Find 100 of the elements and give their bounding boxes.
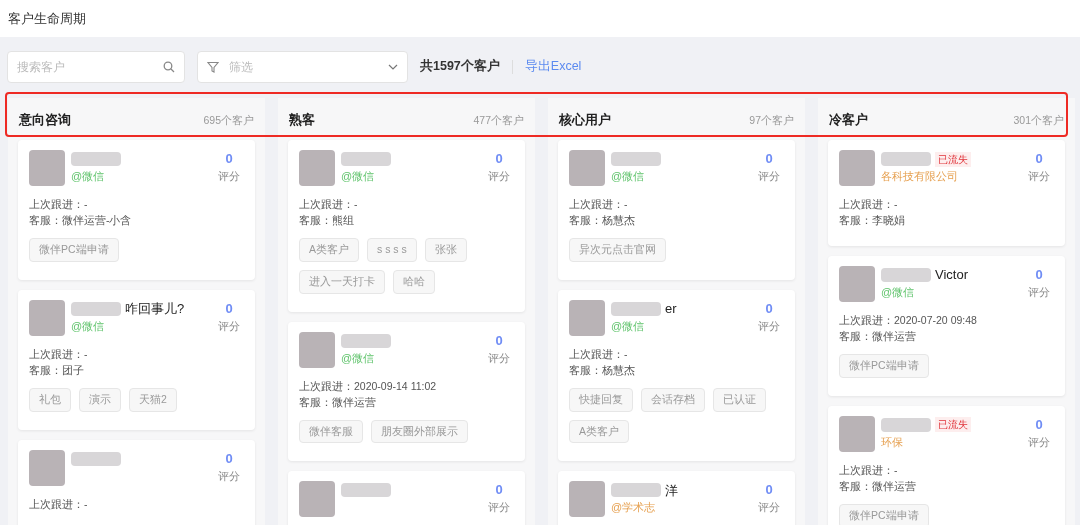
customer-card[interactable]: 0 评分 上次跟进：- <box>18 439 255 525</box>
customer-tag: A类客户 <box>299 238 359 262</box>
column-title: 冷客户 <box>829 110 868 129</box>
score-value: 0 <box>765 481 773 500</box>
score-value: 0 <box>1035 266 1043 284</box>
column-count: 301个客户 <box>1013 113 1064 129</box>
customer-card[interactable]: Victor @微信 0 评分 上次跟进：2020-07-20 09:48 客服：微伴运营 微伴PC端申请 <box>828 256 1065 396</box>
customer-source: @微信 <box>611 169 646 184</box>
service-agent-text: 客服：杨慧杰 <box>569 213 636 228</box>
last-follow-text: 上次跟进：- <box>299 197 359 212</box>
score-label: 评分 <box>488 500 510 516</box>
score-label: 评分 <box>758 169 780 184</box>
customer-tag: 朋友圈外部展示 <box>371 419 468 444</box>
customer-source: @微信 <box>881 285 916 300</box>
customer-tag: 张张 <box>424 238 467 262</box>
search-field[interactable]: 搜索客户 <box>7 50 185 83</box>
customer-card[interactable]: 0 评分 <box>288 471 525 525</box>
customer-source: 环保 <box>881 434 904 450</box>
lost-badge: 已流失 <box>935 417 971 433</box>
service-agent-text: 客服：微伴运营 <box>839 478 917 494</box>
score-label: 评分 <box>218 169 240 184</box>
column-count: 97个客户 <box>749 113 794 129</box>
avatar-placeholder <box>569 299 605 336</box>
avatar-placeholder <box>839 415 875 452</box>
avatar-placeholder <box>29 150 65 186</box>
customer-source: @微信 <box>71 318 106 334</box>
score-label: 评分 <box>488 169 510 184</box>
score-value: 0 <box>225 449 233 468</box>
customer-card[interactable]: 已流失 各科技有限公司 0 评分 上次跟进：- 客服：李晓娟 <box>828 140 1065 246</box>
score-label: 评分 <box>1028 434 1050 450</box>
lost-badge: 已流失 <box>935 151 971 167</box>
customer-tag: 礼包 <box>29 387 71 412</box>
score-value: 0 <box>765 150 773 168</box>
chevron-down-icon <box>388 63 398 70</box>
service-agent-text: 客服：微伴运营 <box>299 394 377 410</box>
column-count: 695个客户 <box>203 113 254 129</box>
customer-card[interactable]: @微信 0 评分 上次跟进：- 客服：杨慧杰 异次元点击官网 <box>558 140 795 280</box>
customer-source: @微信 <box>341 350 376 366</box>
customer-tag: 哈哈 <box>393 269 435 294</box>
score-value: 0 <box>495 150 503 168</box>
blurred-name-placeholder <box>71 451 121 466</box>
blurred-name-placeholder <box>881 417 931 432</box>
customer-source: @微信 <box>341 169 376 184</box>
last-follow-text: 上次跟进：- <box>29 346 89 362</box>
service-agent-text: 客服：李晓娟 <box>839 213 906 228</box>
blurred-name-placeholder <box>71 152 121 166</box>
last-follow-text: 上次跟进：- <box>569 197 629 212</box>
column-count: 477个客户 <box>473 113 524 129</box>
customer-name: er <box>665 300 677 318</box>
avatar-placeholder <box>29 299 65 336</box>
blurred-name-placeholder <box>341 152 391 166</box>
avatar-placeholder <box>569 481 605 518</box>
blurred-name-placeholder <box>611 483 661 498</box>
score-value: 0 <box>225 150 233 168</box>
avatar-placeholder <box>299 481 335 518</box>
customer-source: @微信 <box>611 318 646 334</box>
customer-source: @学术志 <box>611 500 657 516</box>
blurred-name-placeholder <box>611 152 661 166</box>
last-follow-text: 上次跟进：- <box>839 462 899 478</box>
customer-card[interactable]: @微信 0 评分 上次跟进：- 客服：熊组 A类客户 s s s s 张张 进入一天打卡 哈哈 <box>288 140 525 312</box>
blurred-name-placeholder <box>881 152 931 166</box>
score-label: 评分 <box>758 318 780 334</box>
customer-card[interactable]: @微信 0 评分 上次跟进：2020-09-14 11:02 客服：微伴运营 微伴客服 朋友圈外部展示 <box>288 321 525 462</box>
customer-tag: 微伴PC端申请 <box>839 503 929 525</box>
last-follow-text: 上次跟进：2020-09-14 11:02 <box>299 378 438 394</box>
column-title: 核心用户 <box>559 110 611 129</box>
customer-tag: 微伴PC端申请 <box>29 238 119 262</box>
avatar-placeholder <box>569 150 605 186</box>
customer-name: Victor <box>935 266 968 285</box>
service-agent-text: 客服：微伴运营-小含 <box>29 213 133 228</box>
search-icon <box>163 60 175 73</box>
score-label: 评分 <box>488 350 510 366</box>
column-title: 意向咨询 <box>19 110 71 129</box>
blurred-name-placeholder <box>341 483 391 498</box>
score-label: 评分 <box>758 500 780 516</box>
customer-card[interactable]: er @微信 0 评分 上次跟进：- 客服：杨慧杰 快捷回复 会话存档 已认证 A类客户 <box>558 289 795 462</box>
customer-card[interactable]: 咋回事儿? @微信 0 评分 上次跟进：- 客服：团子 礼包 演示 天猫2 <box>18 289 255 430</box>
customer-name: 咋回事儿? <box>125 300 185 318</box>
customer-tag: 异次元点击官网 <box>569 238 666 262</box>
customer-card[interactable]: @微信 0 评分 上次跟进：- 客服：微伴运营-小含 微伴PC端申请 <box>18 140 255 280</box>
customer-card[interactable]: 洋 @学术志 0 评分 <box>558 471 795 525</box>
customer-tag: s s s s <box>367 238 417 262</box>
service-agent-text: 客服：团子 <box>29 362 85 378</box>
avatar-placeholder <box>29 449 65 486</box>
customer-card[interactable]: 已流失 环保 0 评分 上次跟进：- 客服：微伴运营 微伴PC端申请 <box>828 405 1065 525</box>
score-label: 评分 <box>1028 169 1050 184</box>
service-agent-text: 客服：微伴运营 <box>839 329 917 344</box>
service-agent-text: 客服：杨慧杰 <box>569 362 636 378</box>
last-follow-text: 上次跟进：- <box>839 197 899 212</box>
customer-source: @微信 <box>71 169 106 184</box>
customer-name: 洋 <box>665 481 678 500</box>
last-follow-text: 上次跟进：2020-07-20 09:48 <box>839 313 978 328</box>
last-follow-text: 上次跟进：- <box>29 496 89 512</box>
last-follow-text: 上次跟进：- <box>29 197 89 212</box>
avatar-placeholder <box>839 150 875 186</box>
customer-tag: 天猫2 <box>129 387 177 412</box>
avatar-placeholder <box>299 331 335 368</box>
column-title: 熟客 <box>289 110 315 129</box>
blurred-name-placeholder <box>881 268 931 282</box>
customer-tag: 会话存档 <box>641 387 705 412</box>
